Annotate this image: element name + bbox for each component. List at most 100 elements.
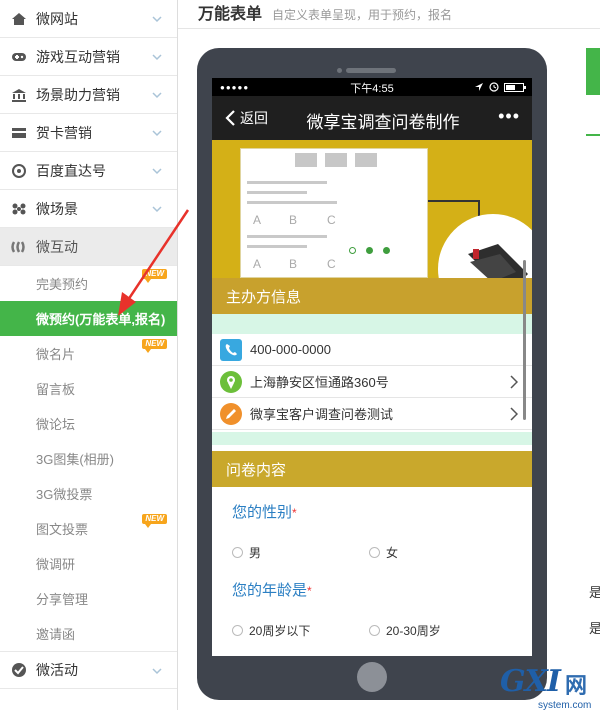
nav-label: 微互动 <box>36 238 78 255</box>
sidebar: 微网站 游戏互动营销 场景助力营销 贺卡营销 百度直达号 微场景 微互动 完美预… <box>0 0 178 710</box>
phone-navbar: 返回 微享宝调查问卷制作 ••• <box>212 96 532 140</box>
banner-option-b2: B <box>289 257 298 271</box>
nav-item-scene-marketing[interactable]: 场景助力营销 <box>0 76 177 114</box>
questionnaire-section-header: 问卷内容 <box>212 451 532 487</box>
question-label: 您的性别 <box>232 504 293 521</box>
sub-item-label: 邀请函 <box>36 627 76 642</box>
sub-item-label: 图文投票 <box>36 522 89 537</box>
radio-button[interactable] <box>369 625 380 636</box>
chevron-down-icon <box>152 668 162 675</box>
sub-item-label: 微调研 <box>36 557 76 572</box>
chevron-right-icon <box>510 375 518 389</box>
radio-option[interactable]: 女 <box>369 544 506 561</box>
radio-button[interactable] <box>369 547 380 558</box>
phone-preview: ●●●●● 下午4:55 返回 微享宝调查问卷制作 ••• A B C A B … <box>197 48 547 700</box>
nav-label: 场景助力营销 <box>36 86 120 103</box>
phone-row[interactable]: 400-000-0000 <box>212 334 532 366</box>
nav-item-micro-site[interactable]: 微网站 <box>0 0 177 38</box>
banner-option-c2: C <box>327 257 336 271</box>
sub-item-invitation[interactable]: 邀请函 <box>0 616 177 651</box>
sub-item-business-card[interactable]: 微名片 NEW <box>0 336 177 371</box>
nav-item-game-marketing[interactable]: 游戏互动营销 <box>0 38 177 76</box>
banner-window-illustration: A B C A B C <box>240 148 428 278</box>
nav-item-greeting-card[interactable]: 贺卡营销 <box>0 114 177 152</box>
survey-row[interactable]: 微享宝客户调查问卷测试 <box>212 398 532 430</box>
mouse-cable <box>428 200 480 202</box>
battery-icon <box>504 82 526 92</box>
nav-item-baidu[interactable]: 百度直达号 <box>0 152 177 190</box>
banner-image: A B C A B C <box>212 140 532 278</box>
more-icon[interactable]: ••• <box>498 106 520 127</box>
chevron-down-icon <box>152 130 162 137</box>
address-row[interactable]: 上海静安区恒通路360号 <box>212 366 532 398</box>
required-mark: * <box>307 584 312 598</box>
chevron-right-icon <box>510 407 518 421</box>
radio-option[interactable]: 20周岁以下 <box>232 622 369 639</box>
question-title: 您的性别* <box>232 501 512 522</box>
status-bar: ●●●●● 下午4:55 <box>212 78 532 96</box>
home-button[interactable] <box>357 662 387 692</box>
activity-icon <box>10 662 28 678</box>
header-divider <box>178 28 600 29</box>
carousel-dot[interactable] <box>349 247 356 254</box>
nav-label: 微网站 <box>36 10 78 27</box>
banner-option-b: B <box>289 213 298 227</box>
nav-item-micro-interaction[interactable]: 微互动 <box>0 228 177 266</box>
watermark-cn: 网 <box>565 673 588 698</box>
sub-item-label: 分享管理 <box>36 592 89 607</box>
option-label: 20-30周岁 <box>386 624 441 638</box>
banner-option-a: A <box>253 213 262 227</box>
nav-item-micro-activity[interactable]: 微活动 <box>0 651 177 689</box>
sub-item-label: 微预约(万能表单,报名) <box>36 312 166 327</box>
radio-button[interactable] <box>232 625 243 636</box>
watermark-domain: system.com <box>538 700 592 710</box>
new-badge: NEW <box>142 269 167 283</box>
carousel-dot[interactable] <box>366 247 373 254</box>
sub-item-image-vote[interactable]: 图文投票 NEW <box>0 511 177 546</box>
sub-item-micro-booking[interactable]: 微预约(万能表单,报名) <box>0 301 177 336</box>
chevron-down-icon <box>152 168 162 175</box>
green-action-block[interactable] <box>586 48 600 95</box>
question-title: 您的年龄是* <box>232 579 512 600</box>
edge-text: 是 <box>589 621 600 636</box>
radio-option[interactable]: 20-30周岁 <box>369 622 506 639</box>
sub-item-label: 微论坛 <box>36 417 76 432</box>
target-icon <box>10 163 28 179</box>
new-badge: NEW <box>142 339 167 353</box>
sub-item-label: 完美预约 <box>36 277 89 292</box>
sub-item-perfect-booking[interactable]: 完美预约 NEW <box>0 266 177 301</box>
option-label: 男 <box>249 546 262 560</box>
chevron-down-icon <box>152 92 162 99</box>
chevron-down-icon <box>152 206 162 213</box>
mouse-illustration <box>438 214 532 278</box>
new-badge: NEW <box>142 514 167 528</box>
sub-item-survey[interactable]: 微调研 <box>0 546 177 581</box>
question-age: 您的年龄是* 20周岁以下 20-30周岁 <box>212 579 532 639</box>
sub-item-forum[interactable]: 微论坛 <box>0 406 177 441</box>
organizer-phone: 400-000-0000 <box>250 342 331 357</box>
sub-item-3g-vote[interactable]: 3G微投票 <box>0 476 177 511</box>
organizer-section-header: 主办方信息 <box>212 278 532 314</box>
scrollbar[interactable] <box>523 260 526 420</box>
home-icon <box>10 11 28 27</box>
carousel-dot[interactable] <box>383 247 390 254</box>
location-pin-icon <box>220 370 242 393</box>
chevron-down-icon <box>152 54 162 61</box>
sub-item-message-board[interactable]: 留言板 <box>0 371 177 406</box>
green-underline <box>586 134 600 136</box>
phone-screen: ●●●●● 下午4:55 返回 微享宝调查问卷制作 ••• A B C A B … <box>212 78 532 656</box>
option-label: 20周岁以下 <box>249 624 311 638</box>
sub-item-share-management[interactable]: 分享管理 <box>0 581 177 616</box>
interaction-icon <box>10 239 28 255</box>
radio-button[interactable] <box>232 547 243 558</box>
radio-option[interactable]: 男 <box>232 544 369 561</box>
organizer-address: 上海静安区恒通路360号 <box>250 375 389 390</box>
page-header: 万能表单 自定义表单呈现，用于预约，报名 <box>198 0 452 23</box>
question-label: 您的年龄是 <box>232 582 308 599</box>
sub-item-3g-album[interactable]: 3G图集(相册) <box>0 441 177 476</box>
sub-item-label: 3G图集(相册) <box>36 452 115 467</box>
sub-item-label: 3G微投票 <box>36 487 93 502</box>
bank-icon <box>10 87 28 103</box>
option-label: 女 <box>386 546 399 560</box>
nav-item-micro-scene[interactable]: 微场景 <box>0 190 177 228</box>
